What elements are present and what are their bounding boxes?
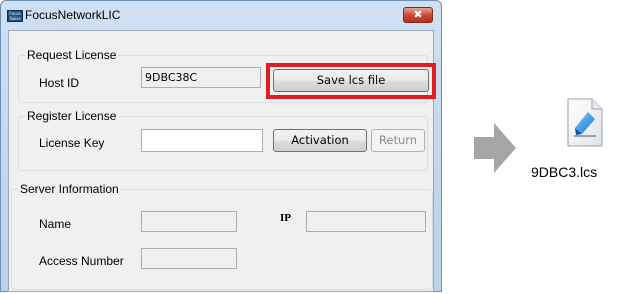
app-icon: Focus Swiss xyxy=(7,10,23,22)
right-arrow-icon xyxy=(474,123,516,173)
dialog-client-area: Request License Host ID 9DBC38C Save lcs… xyxy=(8,30,436,292)
server-information-group: Server Information xyxy=(11,182,433,290)
license-key-input[interactable] xyxy=(141,129,263,152)
return-button[interactable]: Return xyxy=(371,129,425,152)
ip-field xyxy=(306,211,426,232)
access-number-label: Access Number xyxy=(39,254,124,268)
license-key-label: License Key xyxy=(39,136,105,150)
server-name-field xyxy=(141,211,237,232)
document-icon xyxy=(567,98,603,147)
ip-label: IP xyxy=(280,212,291,224)
access-number-field xyxy=(141,248,237,269)
host-id-field: 9DBC38C xyxy=(141,67,261,88)
file-name-label: 9DBC3.lcs xyxy=(531,164,598,180)
window-title: FocusNetworkLIC xyxy=(25,8,121,22)
save-lcs-file-button[interactable]: Save lcs file xyxy=(273,69,429,92)
license-window: Focus Swiss FocusNetworkLIC ✖ Request Li… xyxy=(0,0,442,292)
register-license-legend: Register License xyxy=(27,109,117,123)
close-icon: ✖ xyxy=(413,8,423,21)
title-bar[interactable]: Focus Swiss FocusNetworkLIC ✖ xyxy=(1,1,441,29)
request-license-legend: Request License xyxy=(27,48,117,62)
activation-button[interactable]: Activation xyxy=(273,129,367,152)
name-label: Name xyxy=(39,217,72,231)
server-information-legend: Server Information xyxy=(20,182,119,196)
close-button[interactable]: ✖ xyxy=(403,7,433,23)
host-id-label: Host ID xyxy=(39,76,80,90)
